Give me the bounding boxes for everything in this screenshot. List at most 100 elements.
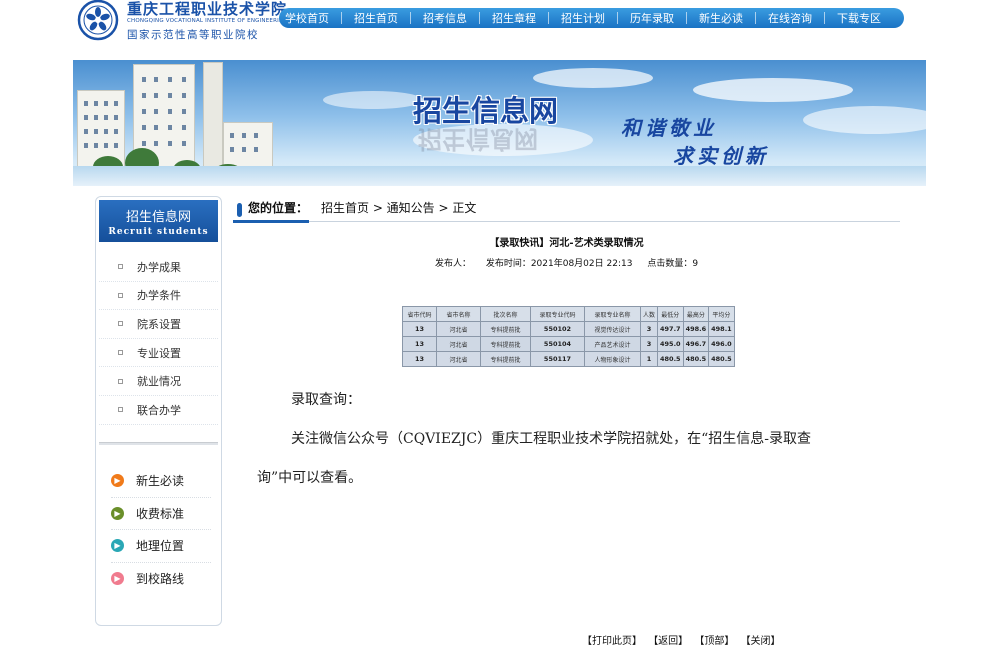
table-cell: 3 — [639, 336, 659, 352]
square-bullet-icon — [118, 321, 123, 327]
table-header-cell: 批次名称 — [480, 306, 531, 322]
article-paragraph-wechat-line1: 关注微信公众号（CQVIEZJC）重庆工程职业技术学院招就处，在“招生信息-录取… — [291, 431, 811, 447]
college-name-en: CHONGQING VOCATIONAL INSTITUTE OF ENGINE… — [127, 18, 288, 24]
nav-separator — [824, 12, 825, 24]
quick-link-route[interactable]: ▶ 到校路线 — [111, 563, 211, 596]
nav-downloads[interactable]: 下载专区 — [837, 10, 881, 26]
nav-past-admissions[interactable]: 历年录取 — [630, 10, 674, 26]
quick-link-freshman-guide[interactable]: ▶ 新生必读 — [111, 465, 211, 498]
table-cell: 498.6 — [682, 321, 710, 337]
nav-separator — [548, 12, 549, 24]
sidebar-item-label: 就业情况 — [137, 375, 181, 389]
table-header-cell: 省市名称 — [436, 306, 481, 322]
nav-freshman-guide[interactable]: 新生必读 — [699, 10, 743, 26]
college-name-cn: 重庆工程职业技术学院 — [127, 0, 288, 18]
table-cell: 480.5 — [708, 351, 735, 367]
banner-title-reflection: 招生信息网 — [418, 125, 538, 153]
table-cell: 1 — [639, 351, 659, 367]
table-cell: 497.7 — [657, 321, 684, 337]
nav-admission-home[interactable]: 招生首页 — [354, 10, 398, 26]
table-header-cell: 录取专业名称 — [584, 306, 641, 322]
square-bullet-icon — [118, 407, 123, 413]
location-pin-icon — [237, 203, 242, 217]
table-cell: 13 — [402, 351, 437, 367]
banner-slogan-1: 和谐敬业 — [621, 116, 717, 140]
article-publisher: 发布人： — [434, 259, 471, 269]
table-cell: 视觉传达设计 — [584, 321, 641, 337]
sidebar-item-achievements[interactable]: 办学成果 — [99, 253, 218, 282]
sidebar-item-departments[interactable]: 院系设置 — [99, 310, 218, 339]
sidebar-item-majors[interactable]: 专业设置 — [99, 339, 218, 368]
table-cell: 480.5 — [682, 351, 710, 367]
breadcrumb-path[interactable]: 招生首页 > 通知公告 > 正文 — [321, 199, 476, 216]
sidebar-item-label: 院系设置 — [137, 317, 181, 331]
quick-link-fees[interactable]: ▶ 收费标准 — [111, 498, 211, 530]
article-time: 发布时间：2021年08月02日 22:13 — [485, 259, 633, 269]
table-cell: 13 — [402, 336, 437, 352]
table-cell: 496.0 — [708, 336, 735, 352]
table-header-cell: 最低分 — [657, 306, 684, 322]
table-cell: 河北省 — [436, 336, 481, 352]
arrow-circle-icon: ▶ — [111, 572, 124, 586]
table-cell: 550104 — [530, 336, 585, 352]
sidebar-item-joint-programs[interactable]: 联合办学 — [99, 396, 218, 425]
nav-separator — [755, 12, 756, 24]
quick-link-location[interactable]: ▶ 地理位置 — [111, 530, 211, 563]
sidebar-item-label: 联合办学 — [137, 403, 181, 417]
close-link[interactable]: 【关闭】 — [741, 636, 781, 647]
table-row: 13 河北省 专科提前批 550117 人物形象设计 1 480.5 480.5… — [402, 351, 735, 367]
table-cell: 专科提前批 — [480, 321, 531, 337]
sidebar-item-label: 办学成果 — [137, 260, 181, 274]
sidebar-title: 招生信息网 — [125, 210, 191, 225]
nav-separator — [341, 12, 342, 24]
nav-separator — [686, 12, 687, 24]
nav-exam-info[interactable]: 招考信息 — [423, 10, 467, 26]
sidebar-item-conditions[interactable]: 办学条件 — [99, 282, 218, 311]
site-header: 重庆工程职业技术学院 CHONGQING VOCATIONAL INSTITUT… — [0, 0, 1000, 60]
college-emblem-icon[interactable] — [74, 0, 122, 44]
article-paragraph-query: 录取查询： — [291, 392, 361, 408]
nav-admission-rules[interactable]: 招生章程 — [492, 10, 536, 26]
article-paragraph-wechat-line2: 询”中可以查看。 — [257, 470, 363, 486]
sidebar-item-label: 专业设置 — [137, 346, 181, 360]
college-subtitle: 国家示范性高等职业院校 — [127, 29, 259, 41]
admission-score-table: 省市代码 省市名称 批次名称 录取专业代码 录取专业名称 人数 最低分 最高分 … — [402, 306, 735, 367]
sidebar-item-label: 办学条件 — [137, 289, 181, 303]
sidebar-header: 招生信息网 Recruit students — [99, 200, 218, 242]
table-header-cell: 人数 — [639, 306, 659, 322]
square-bullet-icon — [118, 350, 123, 356]
quick-link-label: 地理位置 — [136, 539, 185, 554]
back-link[interactable]: 【返回】 — [648, 636, 688, 647]
table-cell: 河北省 — [436, 351, 481, 367]
table-cell: 496.7 — [682, 336, 710, 352]
table-cell: 550102 — [530, 321, 585, 337]
table-header-cell: 录取专业代码 — [530, 306, 585, 322]
table-cell: 人物形象设计 — [584, 351, 641, 367]
nav-school-home[interactable]: 学校首页 — [285, 10, 329, 26]
nav-separator — [479, 12, 480, 24]
banner-slogan-2: 求实创新 — [673, 144, 769, 168]
table-header-cell: 省市代码 — [402, 306, 437, 322]
square-bullet-icon — [118, 264, 123, 270]
table-cell: 480.5 — [657, 351, 684, 367]
print-page-link[interactable]: 【打印此页】 — [582, 636, 642, 647]
arrow-circle-icon: ▶ — [111, 474, 124, 488]
table-cell: 495.0 — [657, 336, 684, 352]
banner-ground — [73, 166, 926, 186]
article-views: 点击数量：9 — [647, 259, 699, 269]
table-row: 13 河北省 专科提前批 550104 产品艺术设计 3 495.0 496.7… — [402, 336, 735, 352]
top-navigation: 学校首页 招生首页 招考信息 招生章程 招生计划 历年录取 新生必读 在线咨询 … — [279, 8, 904, 28]
quick-link-label: 新生必读 — [136, 474, 185, 489]
nav-admission-plan[interactable]: 招生计划 — [561, 10, 605, 26]
table-cell: 13 — [402, 321, 437, 337]
left-sidebar: 招生信息网 Recruit students 办学成果 办学条件 院系设置 专业… — [95, 196, 222, 626]
sidebar-item-employment[interactable]: 就业情况 — [99, 367, 218, 396]
sidebar-subtitle: Recruit students — [108, 227, 209, 237]
square-bullet-icon — [118, 378, 123, 384]
quick-link-label: 收费标准 — [136, 506, 185, 521]
nav-online-consult[interactable]: 在线咨询 — [768, 10, 812, 26]
arrow-circle-icon: ▶ — [111, 506, 124, 520]
square-bullet-icon — [118, 292, 123, 298]
table-cell: 河北省 — [436, 321, 481, 337]
top-link[interactable]: 【顶部】 — [694, 636, 734, 647]
